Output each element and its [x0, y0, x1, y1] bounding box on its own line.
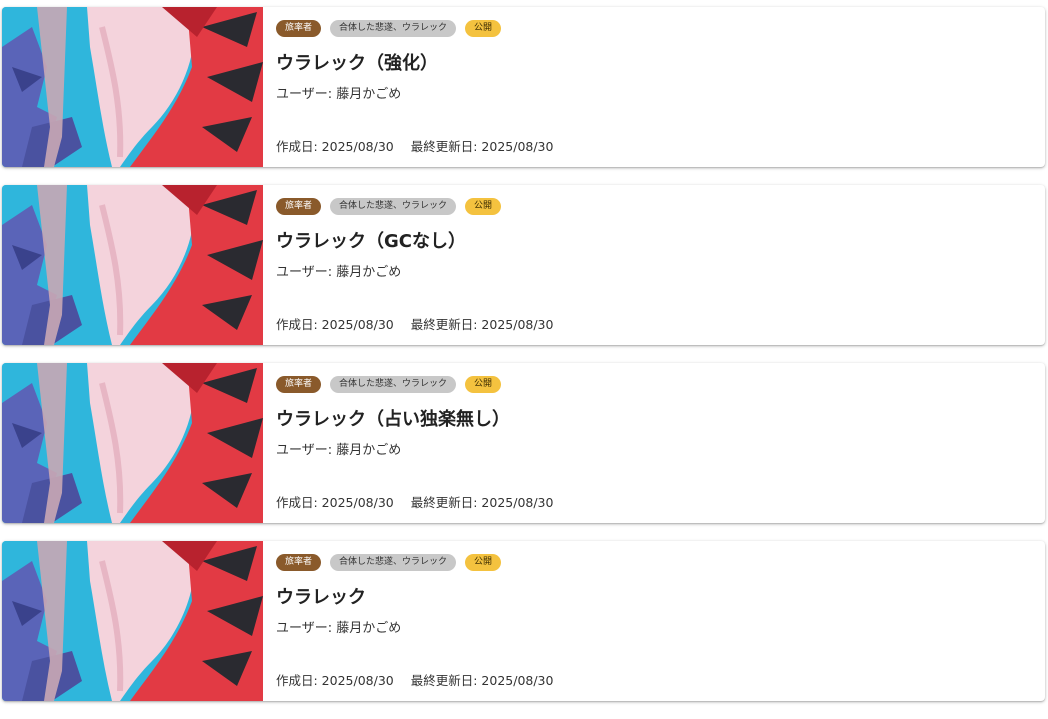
deck-type-tag[interactable]: 合体した悲遂、ウラレック [330, 554, 457, 571]
deck-dates: 作成日: 2025/08/30 最終更新日: 2025/08/30 [276, 492, 553, 511]
class-tag[interactable]: 旅率者 [276, 554, 322, 571]
deck-card[interactable]: 旅率者 合体した悲遂、ウラレック 公開 ウラレック ユーザー: 藤月かごめ 作成… [2, 541, 1045, 701]
status-tag: 公開 [465, 376, 502, 393]
deck-card-body: 旅率者 合体した悲遂、ウラレック 公開 ウラレック ユーザー: 藤月かごめ 作成… [263, 541, 1045, 701]
deck-thumbnail [2, 185, 263, 345]
deck-card[interactable]: 旅率者 合体した悲遂、ウラレック 公開 ウラレック（占い独楽無し） ユーザー: … [2, 363, 1045, 523]
deck-thumbnail [2, 363, 263, 523]
updated-date: 最終更新日: 2025/08/30 [410, 673, 554, 688]
class-tag[interactable]: 旅率者 [276, 198, 322, 215]
deck-user: ユーザー: 藤月かごめ [276, 443, 402, 458]
deck-thumbnail [2, 7, 263, 167]
created-date: 作成日: 2025/08/30 [276, 317, 394, 332]
deck-card-body: 旅率者 合体した悲遂、ウラレック 公開 ウラレック（GCなし） ユーザー: 藤月… [263, 185, 1045, 345]
urarekku-artwork-icon [2, 541, 263, 701]
updated-date: 最終更新日: 2025/08/30 [410, 139, 554, 154]
deck-card-body: 旅率者 合体した悲遂、ウラレック 公開 ウラレック（強化） ユーザー: 藤月かご… [263, 7, 1045, 167]
deck-type-tag[interactable]: 合体した悲遂、ウラレック [330, 20, 457, 37]
deck-card[interactable]: 旅率者 合体した悲遂、ウラレック 公開 ウラレック（GCなし） ユーザー: 藤月… [2, 185, 1045, 345]
created-date: 作成日: 2025/08/30 [276, 495, 394, 510]
deck-title[interactable]: ウラレック [276, 583, 366, 609]
deck-title[interactable]: ウラレック（GCなし） [276, 227, 466, 253]
created-date: 作成日: 2025/08/30 [276, 139, 394, 154]
deck-card-body: 旅率者 合体した悲遂、ウラレック 公開 ウラレック（占い独楽無し） ユーザー: … [263, 363, 1045, 523]
deck-type-tag[interactable]: 合体した悲遂、ウラレック [330, 376, 457, 393]
deck-dates: 作成日: 2025/08/30 最終更新日: 2025/08/30 [276, 670, 553, 689]
urarekku-artwork-icon [2, 185, 263, 345]
created-date: 作成日: 2025/08/30 [276, 673, 394, 688]
deck-list: 旅率者 合体した悲遂、ウラレック 公開 ウラレック（強化） ユーザー: 藤月かご… [2, 7, 1045, 719]
deck-card[interactable]: 旅率者 合体した悲遂、ウラレック 公開 ウラレック（強化） ユーザー: 藤月かご… [2, 7, 1045, 167]
tag-group: 旅率者 合体した悲遂、ウラレック 公開 [276, 198, 502, 215]
status-tag: 公開 [465, 198, 502, 215]
updated-date: 最終更新日: 2025/08/30 [410, 317, 554, 332]
status-tag: 公開 [465, 20, 502, 37]
class-tag[interactable]: 旅率者 [276, 376, 322, 393]
tag-group: 旅率者 合体した悲遂、ウラレック 公開 [276, 20, 502, 37]
deck-thumbnail [2, 541, 263, 701]
deck-dates: 作成日: 2025/08/30 最終更新日: 2025/08/30 [276, 136, 553, 155]
deck-user: ユーザー: 藤月かごめ [276, 265, 402, 280]
tag-group: 旅率者 合体した悲遂、ウラレック 公開 [276, 376, 502, 393]
status-tag: 公開 [465, 554, 502, 571]
deck-title[interactable]: ウラレック（占い独楽無し） [276, 405, 510, 431]
deck-user: ユーザー: 藤月かごめ [276, 87, 402, 102]
tag-group: 旅率者 合体した悲遂、ウラレック 公開 [276, 554, 502, 571]
urarekku-artwork-icon [2, 363, 263, 523]
updated-date: 最終更新日: 2025/08/30 [410, 495, 554, 510]
urarekku-artwork-icon [2, 7, 263, 167]
deck-dates: 作成日: 2025/08/30 最終更新日: 2025/08/30 [276, 314, 553, 333]
deck-type-tag[interactable]: 合体した悲遂、ウラレック [330, 198, 457, 215]
deck-user: ユーザー: 藤月かごめ [276, 621, 402, 636]
class-tag[interactable]: 旅率者 [276, 20, 322, 37]
deck-title[interactable]: ウラレック（強化） [276, 49, 438, 75]
